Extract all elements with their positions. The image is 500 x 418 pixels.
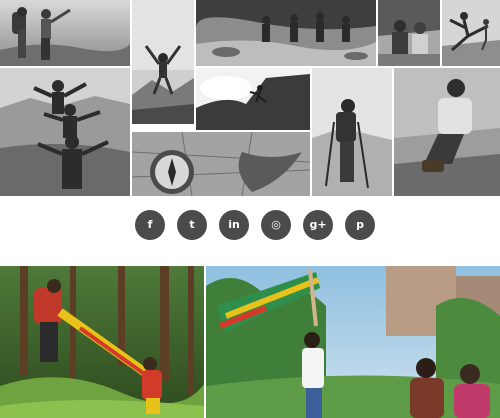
photo-yoga-pose — [442, 0, 500, 66]
facebook-button[interactable]: f — [135, 210, 165, 240]
linkedin-icon: in — [228, 218, 240, 231]
photo-forest-hikers-flag — [0, 266, 204, 418]
twitter-icon: t — [189, 218, 195, 231]
photo-couple-sitting-outdoors — [378, 0, 440, 66]
photo-hiker-with-poles — [312, 68, 392, 196]
photo-family-park-flag — [206, 266, 500, 418]
pinterest-button[interactable]: p — [345, 210, 375, 240]
photo-climber-on-rock — [196, 68, 310, 130]
google-plus-icon: g+ — [309, 218, 327, 231]
photo-man-tying-boots — [394, 68, 500, 196]
pinterest-icon: p — [356, 218, 364, 231]
photo-couple-hikers-arms-raised — [0, 0, 130, 66]
dribbble-button[interactable]: ◎ — [261, 210, 291, 240]
dribbble-icon: ◎ — [271, 218, 281, 231]
social-share-bar: f t in ◎ g+ p — [0, 196, 500, 262]
twitter-button[interactable]: t — [177, 210, 207, 240]
photo-compass-and-map — [132, 132, 310, 196]
google-plus-button[interactable]: g+ — [303, 210, 333, 240]
photo-group-river-crossing — [196, 0, 376, 66]
photo-hiker-jumping — [132, 0, 194, 124]
facebook-icon: f — [147, 218, 153, 231]
photo-family-mountain-top — [0, 68, 130, 196]
linkedin-button[interactable]: in — [219, 210, 249, 240]
